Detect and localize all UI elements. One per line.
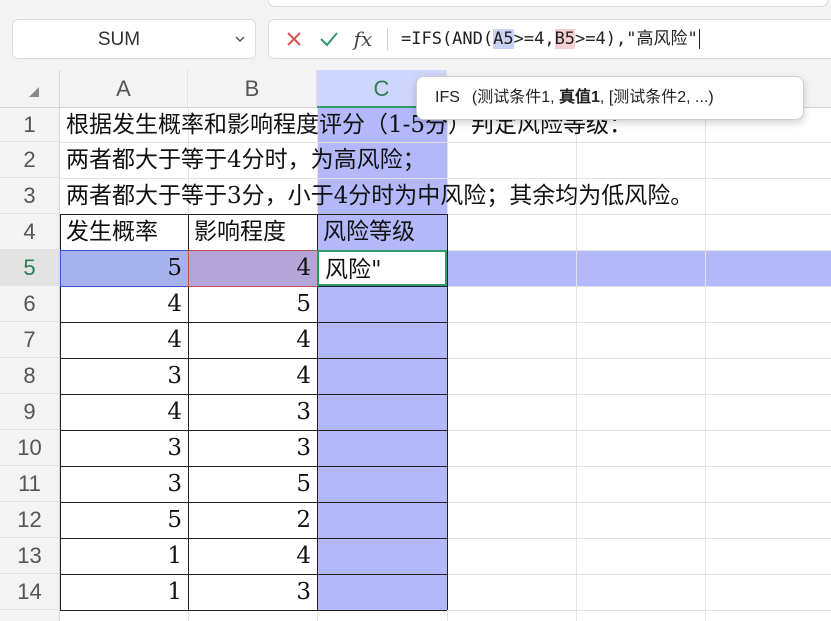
data-cell[interactable]: 3 [60, 430, 188, 466]
note-cell-a2[interactable]: 两者都大于等于4分时，为高风险； [60, 142, 426, 178]
row-header-4[interactable]: 4 [0, 214, 60, 250]
formula-ref-a5: A5 [493, 29, 514, 49]
ref-outline-b5 [188, 250, 318, 287]
data-cell[interactable]: 1 [60, 538, 188, 574]
tooltip-args-rest: , [测试条件2, ...) [599, 89, 714, 106]
formula-text-prefix: =IFS(AND( [401, 29, 494, 49]
row-header-2[interactable]: 2 [0, 142, 60, 178]
table-border-v [447, 214, 448, 610]
data-cell[interactable]: 3 [188, 574, 317, 610]
table-border-h [60, 610, 447, 611]
title-strip [0, 0, 831, 12]
title-strip-tab [268, 0, 828, 7]
row-5-selection [447, 250, 831, 286]
data-cell[interactable]: 5 [188, 466, 317, 502]
data-cell[interactable]: 2 [188, 502, 317, 538]
row-header-5[interactable]: 5 [0, 250, 60, 286]
row-header-8[interactable]: 8 [0, 358, 60, 394]
formula-input[interactable]: =IFS(AND(A5>=4,B5>=4),"高风险" [401, 20, 700, 58]
tooltip-current-arg: 真值1 [559, 89, 600, 106]
data-cell[interactable]: 4 [60, 322, 188, 358]
row-header-1[interactable]: 1 [0, 108, 60, 142]
column-header-b[interactable]: B [188, 70, 317, 108]
data-cell[interactable]: 4 [60, 394, 188, 430]
confirm-check-icon[interactable] [317, 28, 341, 50]
row-header-12[interactable]: 12 [0, 502, 60, 538]
data-cell[interactable]: 3 [188, 430, 317, 466]
data-cell[interactable]: 4 [188, 358, 317, 394]
tooltip-args-start: (测试条件1, [471, 89, 560, 106]
data-cell[interactable]: 4 [60, 286, 188, 322]
insert-function-icon[interactable]: fx [349, 27, 377, 51]
row-header-13[interactable]: 13 [0, 538, 60, 574]
row-header-6[interactable]: 6 [0, 286, 60, 322]
data-cell[interactable]: 1 [60, 574, 188, 610]
data-cell[interactable]: 4 [188, 538, 317, 574]
formula-bar[interactable]: fx =IFS(AND(A5>=4,B5>=4),"高风险" [268, 19, 831, 59]
row-header-14[interactable]: 14 [0, 574, 60, 610]
formula-text-mid2: >=4),"高风险" [575, 29, 698, 49]
note-cell-a3[interactable]: 两者都大于等于3分，小于4分时为中风险；其余均为低风险。 [60, 178, 693, 214]
select-all-corner[interactable] [0, 70, 60, 108]
data-cell[interactable]: 3 [188, 394, 317, 430]
row-header-7[interactable]: 7 [0, 322, 60, 358]
function-tooltip: IFS (测试条件1, 真值1, [测试条件2, ...) [416, 76, 804, 120]
ref-outline-a5 [60, 250, 189, 287]
active-cell-c5[interactable]: 风险" [317, 250, 447, 286]
chevron-down-icon[interactable] [235, 34, 245, 44]
data-cell[interactable]: 3 [60, 466, 188, 502]
table-header-cell[interactable]: 影响程度 [188, 214, 317, 250]
name-box-value: SUM [97, 29, 141, 50]
formula-separator [387, 28, 388, 50]
cancel-icon[interactable] [283, 28, 305, 50]
tooltip-fn-name: IFS [435, 89, 460, 106]
name-box[interactable]: SUM [12, 19, 256, 59]
data-cell[interactable]: 4 [188, 322, 317, 358]
column-header-a[interactable]: A [60, 70, 188, 108]
row-header-15[interactable] [0, 610, 60, 621]
table-header-cell[interactable]: 发生概率 [60, 214, 188, 250]
row-header-10[interactable]: 10 [0, 430, 60, 466]
row-header-3[interactable]: 3 [0, 178, 60, 214]
data-cell[interactable]: 5 [188, 286, 317, 322]
row-header-9[interactable]: 9 [0, 394, 60, 430]
spreadsheet-grid[interactable]: A B C 1 2 3 4 5 6 7 8 9 10 11 12 13 14 根据发生概率和影响程度评分（1-5分… [0, 70, 831, 621]
table-header-cell[interactable]: 风险等级 [317, 214, 447, 250]
formula-ref-b5: B5 [554, 29, 576, 49]
row-header-11[interactable]: 11 [0, 466, 60, 502]
data-cell[interactable]: 5 [60, 502, 188, 538]
select-all-icon [29, 87, 39, 97]
gridline-v [705, 108, 706, 621]
text-caret [698, 29, 700, 49]
data-cell[interactable]: 3 [60, 358, 188, 394]
formula-text-mid1: >=4, [513, 29, 555, 49]
